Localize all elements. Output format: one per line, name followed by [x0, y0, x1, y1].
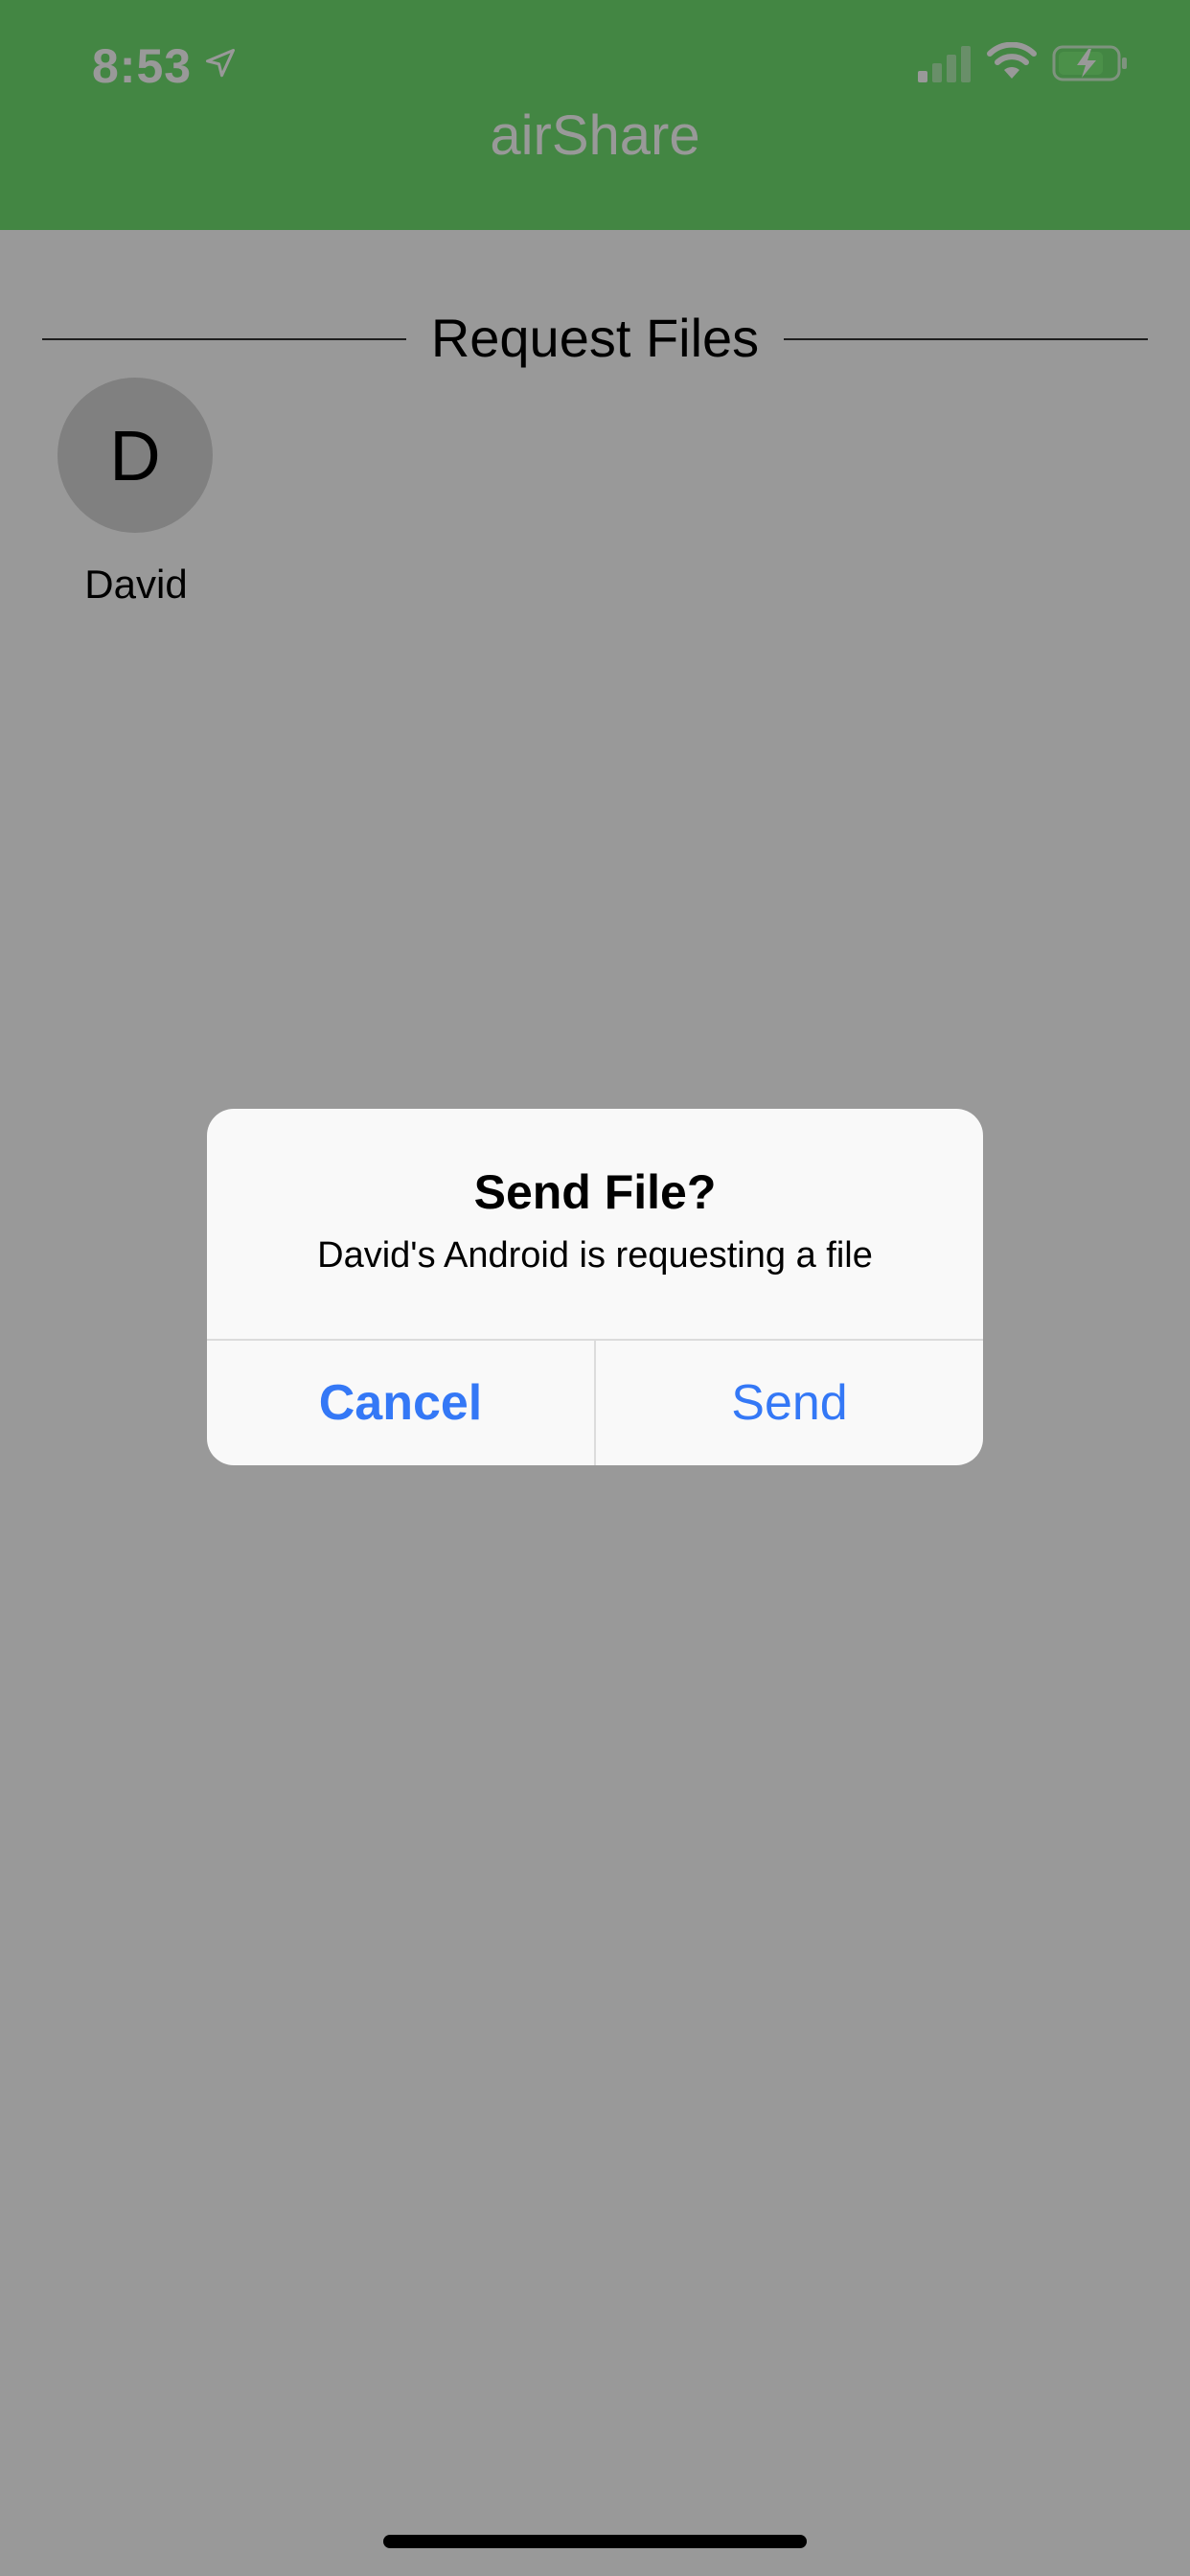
- alert-title: Send File?: [473, 1165, 717, 1219]
- cancel-button[interactable]: Cancel: [207, 1341, 594, 1465]
- send-button[interactable]: Send: [596, 1341, 983, 1465]
- alert-message: David's Android is requesting a file: [317, 1235, 873, 1276]
- home-indicator[interactable]: [383, 2535, 807, 2548]
- send-file-alert: Send File? David's Android is requesting…: [207, 1109, 983, 1465]
